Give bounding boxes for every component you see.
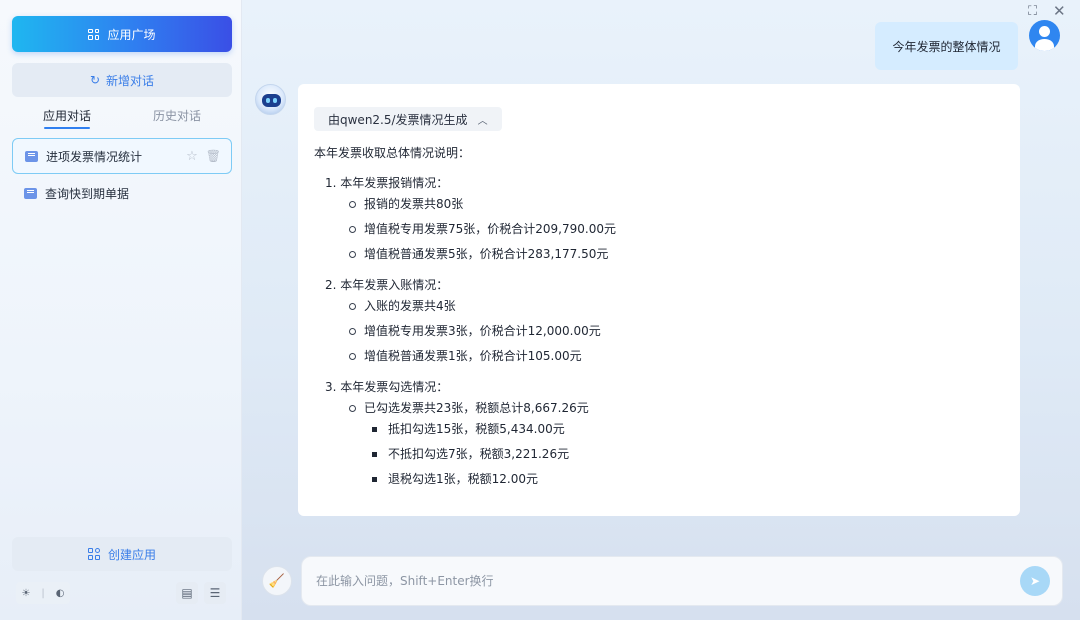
grid-icon: [88, 28, 100, 40]
section-title: 3. 本年发票勾选情况：: [325, 380, 449, 394]
create-app-button[interactable]: 创建应用: [12, 537, 232, 571]
section-reimbursement: 1. 本年发票报销情况： 报销的发票共80张 增值税专用发票75张，价税合计20…: [314, 174, 1004, 263]
list-item: 增值税专用发票3张，价税合计12,000.00元: [314, 322, 1004, 340]
theme-divider: |: [41, 587, 45, 599]
list-item: 增值税普通发票5张，价税合计283,177.50元: [314, 245, 1004, 263]
trash-icon[interactable]: 🗑: [206, 149, 221, 163]
book-icon: ▤: [181, 586, 193, 600]
book-button[interactable]: ▤: [176, 582, 198, 604]
moon-icon[interactable]: ◐: [56, 588, 65, 599]
sidebar: 应用广场 ↻ 新增对话 应用对话 历史对话 进项发票情况统计 ☆ 🗑 查询快到期…: [0, 0, 242, 620]
section-selection: 3. 本年发票勾选情况： 已勾选发票共23张，税额总计8,667.26元 抵扣勾…: [314, 378, 1004, 488]
model-source-label: 由qwen2.5/发票情况生成: [328, 112, 468, 127]
chat-bubble-icon: [25, 150, 38, 162]
tab-app-conversations[interactable]: 应用对话: [12, 106, 122, 129]
list-item: 报销的发票共80张: [314, 195, 1004, 213]
section-title: 1. 本年发票报销情况：: [325, 176, 449, 190]
new-chat-button[interactable]: ↻ 新增对话: [12, 63, 232, 97]
conversation-label: 查询快到期单据: [45, 186, 130, 201]
section-bookkeeping: 2. 本年发票入账情况： 入账的发票共4张 增值税专用发票3张，价税合计12,0…: [314, 276, 1004, 365]
star-icon[interactable]: ☆: [186, 149, 198, 164]
sun-icon[interactable]: ☀: [21, 588, 30, 599]
conversation-tabs: 应用对话 历史对话: [12, 106, 232, 129]
list-item: 增值税专用发票75张，价税合计209,790.00元: [314, 220, 1004, 238]
conversation-label: 进项发票情况统计: [46, 149, 143, 164]
user-avatar: [1029, 20, 1060, 51]
theme-toggle: ☀ | ◐: [16, 582, 70, 604]
message-input[interactable]: [316, 574, 1020, 588]
bot-avatar: [255, 84, 286, 115]
menu-collapse-icon: ☰: [209, 586, 221, 600]
user-message-bubble: 今年发票的整体情况: [875, 22, 1018, 70]
list-item: 入账的发票共4张: [314, 297, 1004, 315]
sub-list-item: 抵扣勾选15张，税额5,434.00元: [314, 420, 1004, 438]
tab-history-conversations[interactable]: 历史对话: [122, 106, 232, 128]
app-square-button[interactable]: 应用广场: [12, 16, 232, 52]
robot-icon: [262, 94, 281, 107]
answer-card: 由qwen2.5/发票情况生成 ︿ 本年发票收取总体情况说明： 1. 本年发票报…: [298, 84, 1020, 516]
app-square-label: 应用广场: [107, 27, 156, 42]
broom-icon: 🧹: [268, 573, 286, 589]
clear-chat-button[interactable]: 🧹: [262, 566, 292, 596]
chat-bubble-icon: [24, 187, 37, 199]
create-app-label: 创建应用: [107, 547, 156, 562]
answer-intro: 本年发票收取总体情况说明：: [314, 146, 471, 160]
message-input-box: ➤: [301, 556, 1063, 606]
list-item: 已勾选发票共23张，税额总计8,667.26元: [314, 399, 1004, 417]
list-item: 增值税普通发票1张，价税合计105.00元: [314, 347, 1004, 365]
user-message-text: 今年发票的整体情况: [892, 39, 1001, 54]
new-chat-label: 新增对话: [106, 73, 155, 88]
sub-list-item: 不抵扣勾选7张，税额3,221.26元: [314, 445, 1004, 463]
chevron-up-icon: ︿: [477, 115, 488, 127]
section-title: 2. 本年发票入账情况：: [325, 278, 449, 292]
close-icon[interactable]: ✕: [1053, 2, 1066, 20]
menu-button[interactable]: ☰: [204, 582, 226, 604]
apps-icon: [87, 548, 100, 560]
conversation-item-invoice-stats[interactable]: 进项发票情况统计 ☆ 🗑: [12, 138, 232, 174]
sub-list-item: 退税勾选1张，税额12.00元: [314, 470, 1004, 488]
new-chat-icon: ↻: [89, 73, 101, 87]
model-source-tag[interactable]: 由qwen2.5/发票情况生成 ︿: [314, 107, 502, 131]
send-icon: ➤: [1029, 574, 1041, 588]
conversation-item-expiring-docs[interactable]: 查询快到期单据: [12, 175, 232, 211]
fullscreen-icon[interactable]: ⛶: [1028, 4, 1037, 19]
send-button[interactable]: ➤: [1020, 566, 1050, 596]
